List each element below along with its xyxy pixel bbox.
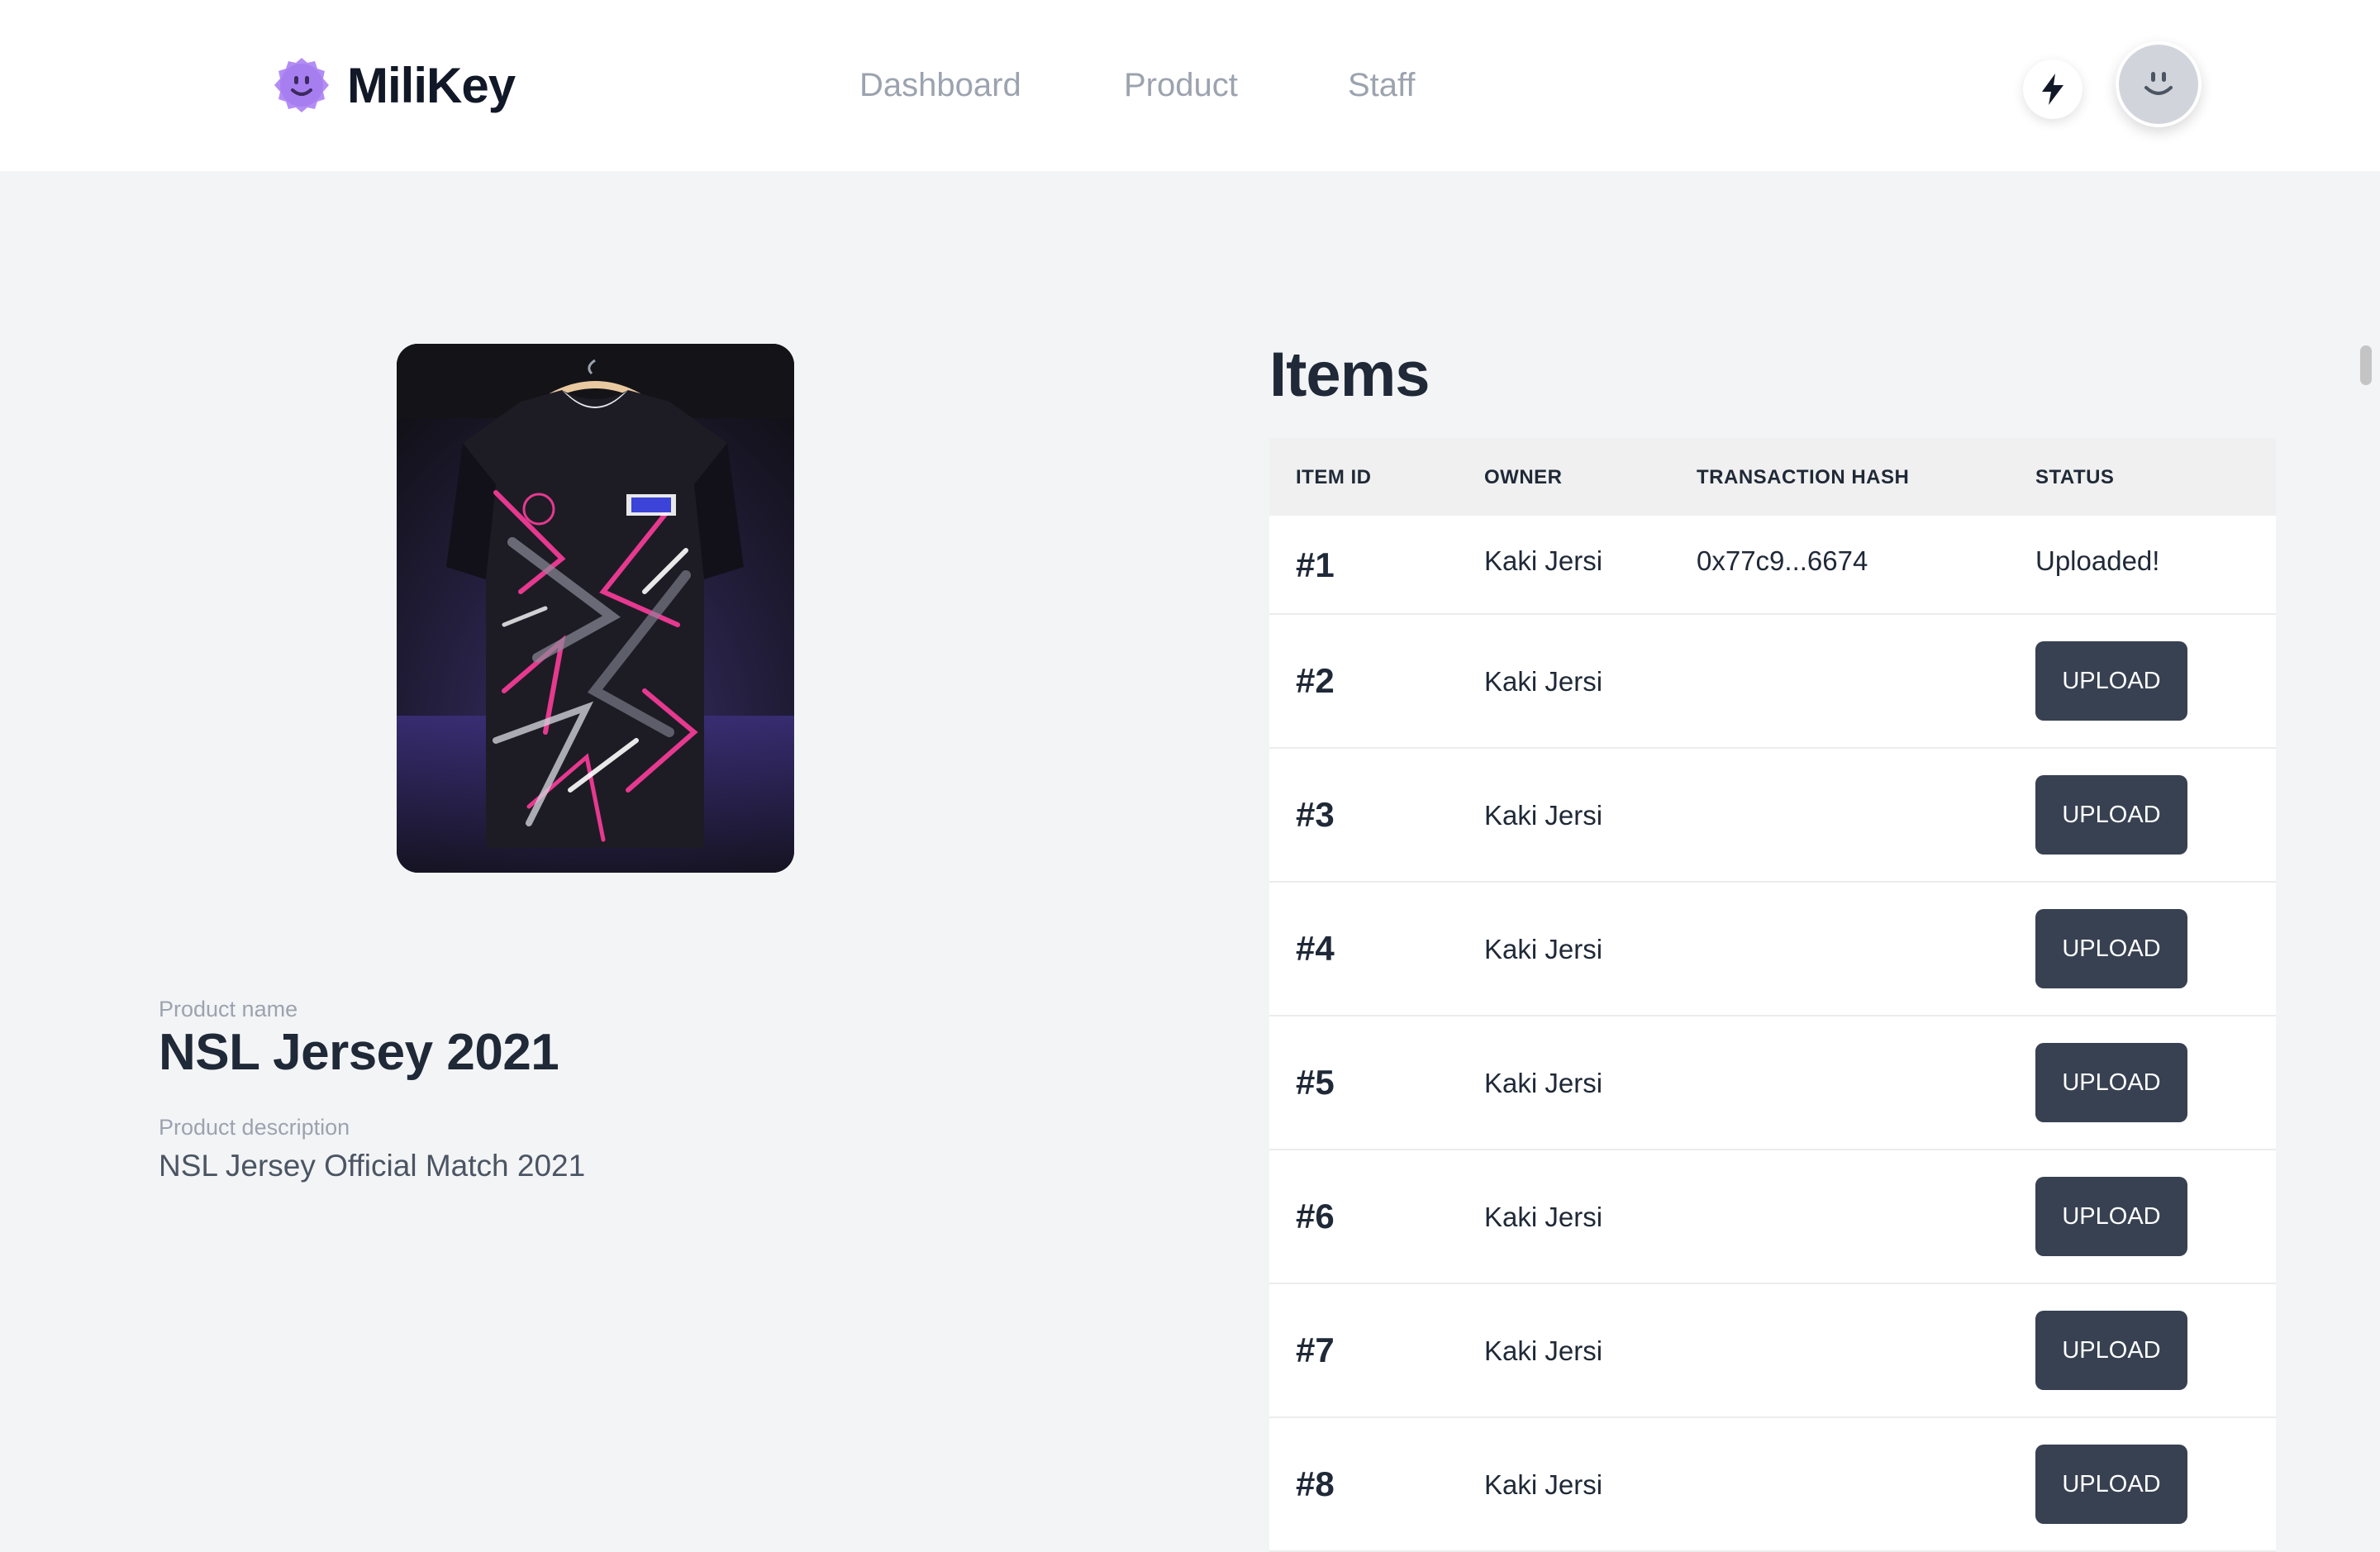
item-id: #5 <box>1296 1063 1335 1102</box>
product-description-label: Product description <box>159 1115 350 1140</box>
smiley-logo-icon <box>274 58 329 112</box>
item-id: #7 <box>1296 1331 1335 1369</box>
scrollbar-thumb[interactable] <box>2360 345 2372 385</box>
item-id: #3 <box>1296 795 1335 834</box>
product-description: NSL Jersey Official Match 2021 <box>159 1149 586 1183</box>
upload-button[interactable]: UPLOAD <box>2035 1043 2187 1122</box>
item-id: #8 <box>1296 1464 1335 1503</box>
upload-button[interactable]: UPLOAD <box>2035 1311 2187 1390</box>
upload-button[interactable]: UPLOAD <box>2035 1177 2187 1256</box>
product-name: NSL Jersey 2021 <box>159 1024 559 1081</box>
brand-logo[interactable]: MiliKey <box>273 56 516 114</box>
upload-button[interactable]: UPLOAD <box>2035 641 2187 721</box>
item-owner: Kaki Jersi <box>1484 800 1603 831</box>
table-header: ITEM ID OWNER TRANSACTION HASH STATUS <box>1269 438 2276 516</box>
top-header: MiliKey Dashboard Product Staff <box>0 0 2380 171</box>
upload-button[interactable]: UPLOAD <box>2035 1445 2187 1524</box>
items-title: Items <box>1269 340 1430 410</box>
table-row: #6 Kaki Jersi UPLOAD <box>1269 1150 2276 1284</box>
status-text: Uploaded! <box>2035 545 2160 576</box>
item-owner: Kaki Jersi <box>1484 545 1603 576</box>
nav-dashboard[interactable]: Dashboard <box>859 64 1021 106</box>
item-owner: Kaki Jersi <box>1484 666 1603 697</box>
lightning-icon <box>2042 74 2063 105</box>
table-row: #8 Kaki Jersi UPLOAD <box>1269 1418 2276 1552</box>
table-row: #7 Kaki Jersi UPLOAD <box>1269 1284 2276 1418</box>
item-owner: Kaki Jersi <box>1484 934 1603 964</box>
item-id: #2 <box>1296 661 1335 700</box>
nav-product[interactable]: Product <box>1124 64 1238 106</box>
item-id: #1 <box>1296 545 1335 584</box>
item-owner: Kaki Jersi <box>1484 1202 1603 1232</box>
item-owner: Kaki Jersi <box>1484 1335 1603 1366</box>
item-owner: Kaki Jersi <box>1484 1469 1603 1500</box>
upload-button[interactable]: UPLOAD <box>2035 775 2187 855</box>
column-header-owner: OWNER <box>1484 466 1563 488</box>
product-name-label: Product name <box>159 997 298 1021</box>
jersey-photo <box>397 344 794 873</box>
upload-button[interactable]: UPLOAD <box>2035 909 2187 988</box>
column-header-status: STATUS <box>2035 466 2115 488</box>
user-avatar[interactable] <box>2116 41 2202 127</box>
nav-staff[interactable]: Staff <box>1348 64 1416 106</box>
item-id: #6 <box>1296 1197 1335 1235</box>
table-row: #2 Kaki Jersi UPLOAD <box>1269 615 2276 749</box>
items-table: ITEM ID OWNER TRANSACTION HASH STATUS #1… <box>1269 438 2276 1552</box>
product-image <box>397 344 794 873</box>
item-id: #4 <box>1296 929 1335 968</box>
table-row: #3 Kaki Jersi UPLOAD <box>1269 749 2276 883</box>
item-owner: Kaki Jersi <box>1484 1068 1603 1098</box>
brand-name: MiliKey <box>347 57 516 113</box>
table-row: #5 Kaki Jersi UPLOAD <box>1269 1016 2276 1150</box>
column-header-transaction-hash: TRANSACTION HASH <box>1697 466 1910 488</box>
smiley-avatar-icon <box>2144 72 2173 95</box>
table-row: #4 Kaki Jersi UPLOAD <box>1269 883 2276 1016</box>
table-row: #1 Kaki Jersi 0x77c9...6674 Uploaded! <box>1269 516 2276 615</box>
lightning-button[interactable] <box>2023 60 2082 119</box>
transaction-hash[interactable]: 0x77c9...6674 <box>1697 545 1868 577</box>
column-header-item-id: ITEM ID <box>1296 466 1372 488</box>
